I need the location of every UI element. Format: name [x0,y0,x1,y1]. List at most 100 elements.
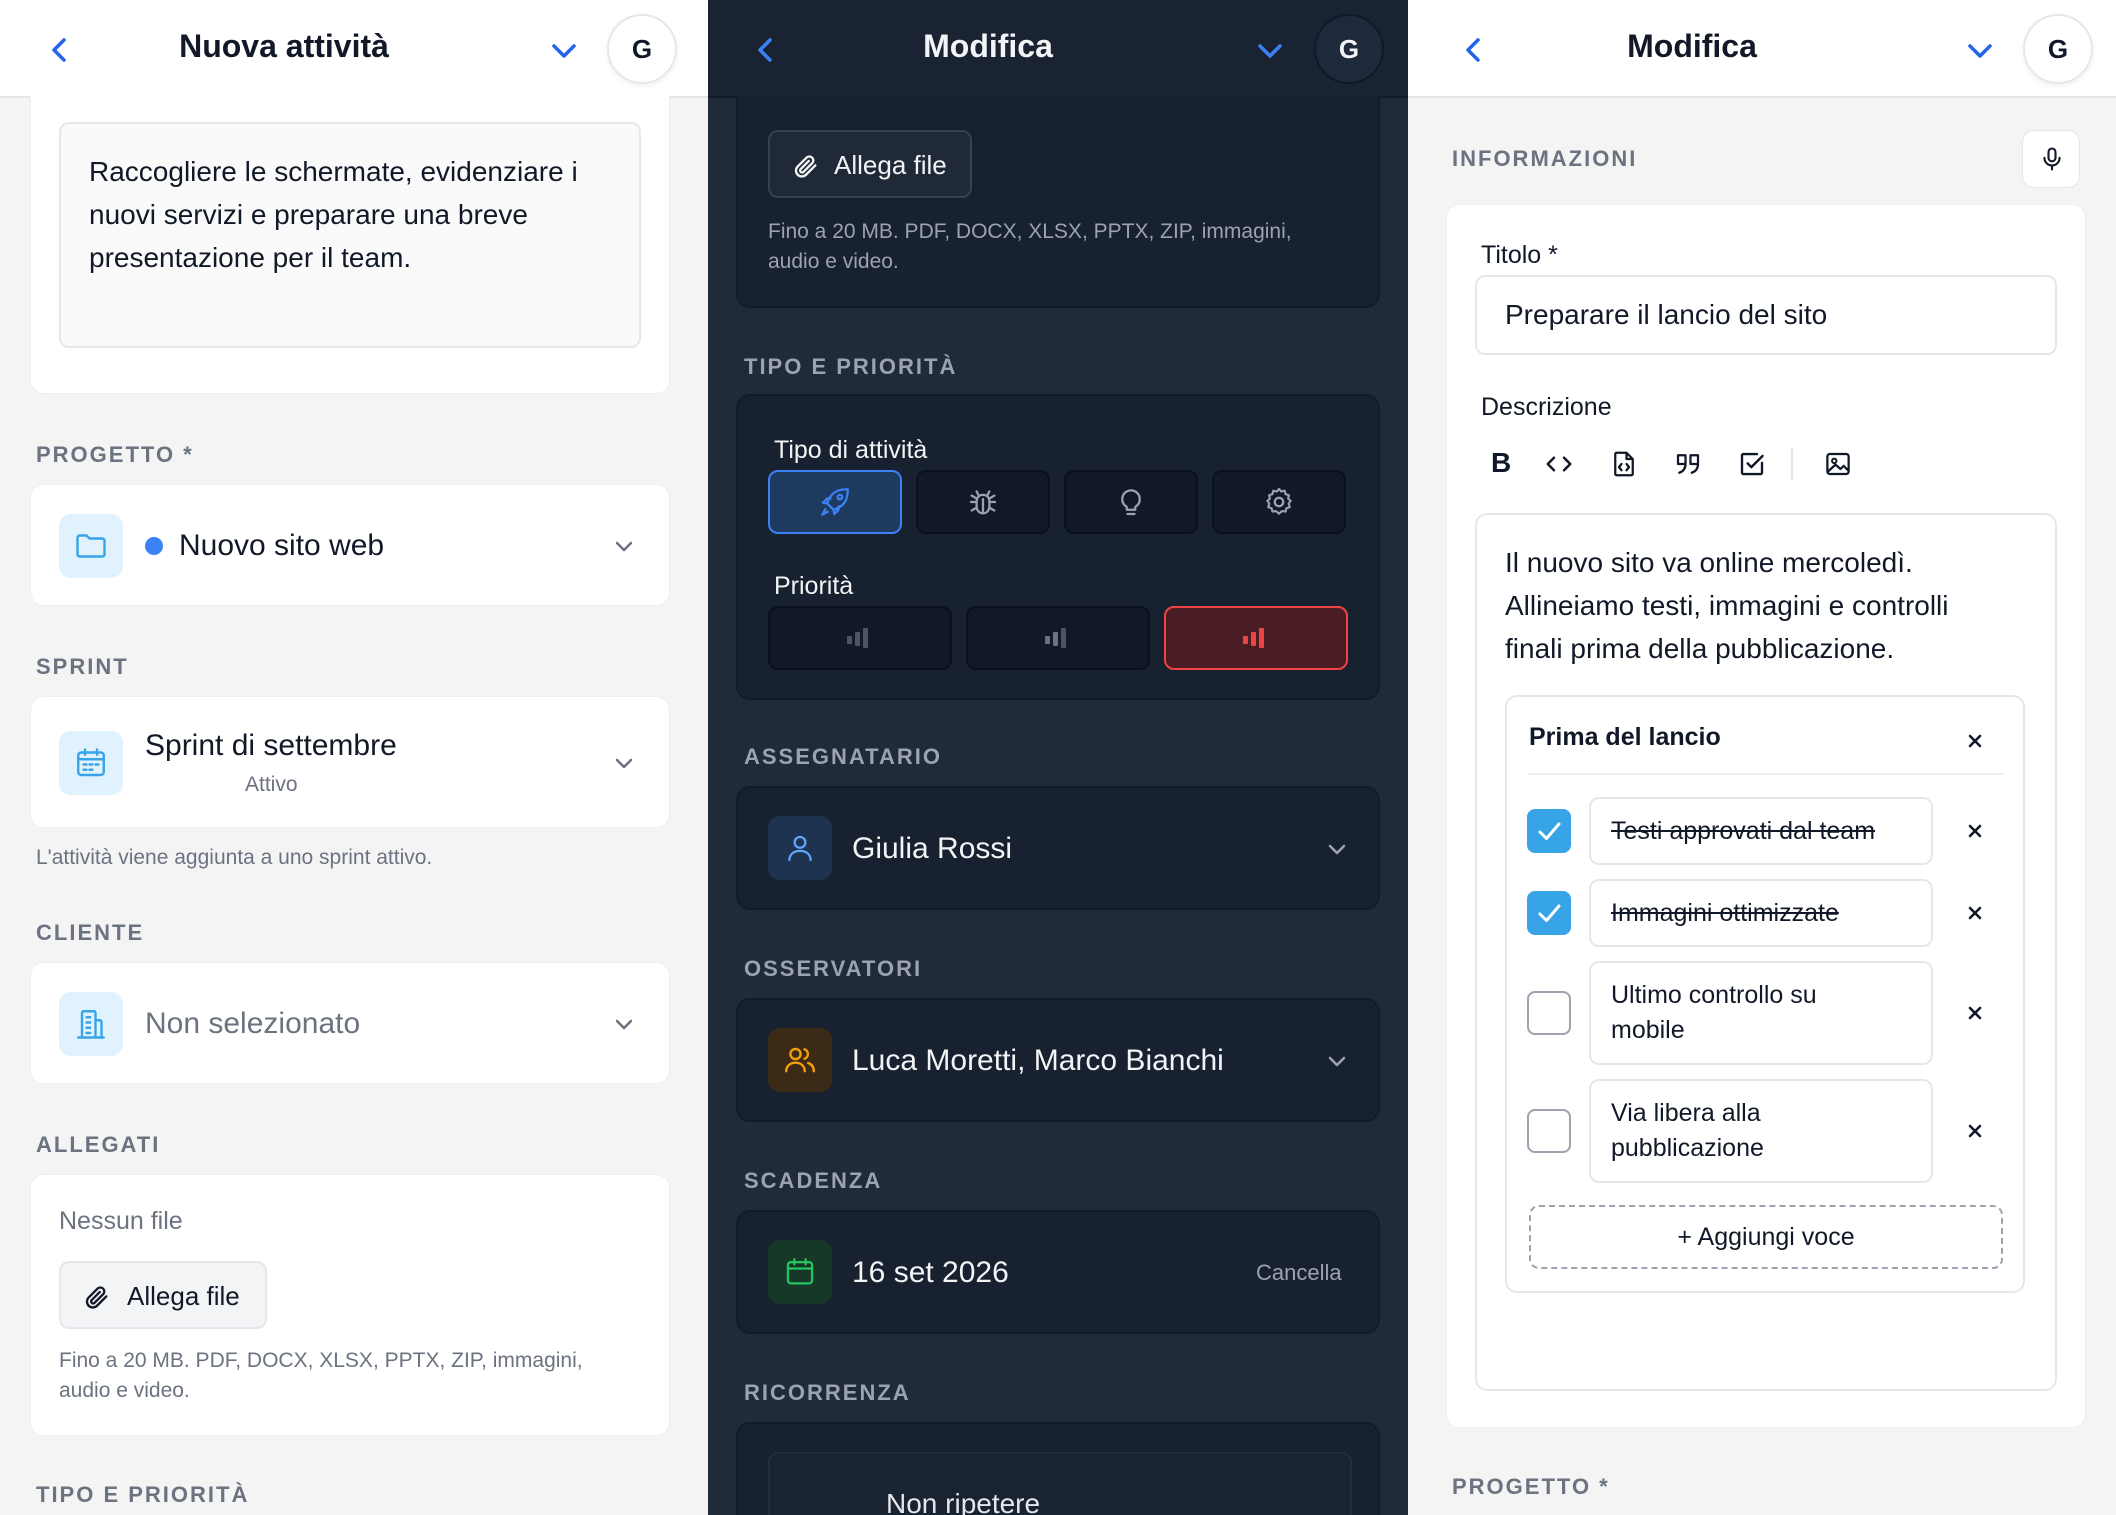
checklist-checkbox[interactable] [1527,891,1571,935]
description-card: Raccogliere le schermate, evidenziare i … [30,96,670,394]
recurrence-section-label: RICORRENZA [744,1380,911,1405]
due-section-label: SCADENZA [744,1168,883,1193]
project-color-dot [145,537,163,555]
avatar[interactable]: G [607,14,677,84]
client-select[interactable]: Non selezionato [30,962,670,1084]
priority-medium-button[interactable] [966,606,1150,670]
attachments-section-label: ALLEGATI [36,1132,161,1157]
title-input-value: Preparare il lancio del sito [1505,299,1828,330]
building-icon [59,992,123,1056]
description-line-2: Allineiamo testi, immagini e controlli [1505,590,1949,621]
close-icon[interactable] [1963,901,1987,925]
recurrence-value: Non ripetere [886,1488,1041,1515]
type-idea-button[interactable] [1064,470,1198,534]
project-section-label: PROGETTO * [1452,1474,1610,1499]
users-icon [768,1028,832,1092]
voice-input-button[interactable] [2022,130,2080,188]
avatar[interactable]: G [1314,14,1384,84]
sprint-value: Sprint di settembre [145,729,397,762]
check-icon [1538,904,1561,922]
bold-icon[interactable]: B [1491,447,1511,479]
checklist-checkbox[interactable] [1527,1109,1571,1153]
new-task-panel: Nuova attività G Raccogliere le schermat… [0,0,708,1515]
chevron-down-icon[interactable] [546,33,582,69]
paperclip-icon [794,155,817,178]
watchers-select[interactable]: Luca Moretti, Marco Bianchi [736,998,1380,1122]
sprint-select[interactable]: Sprint di settembre Attivo [30,696,670,828]
back-icon[interactable] [746,30,786,70]
close-icon[interactable] [1963,819,1987,843]
due-date-field[interactable]: 16 set 2026 Cancella [736,1210,1380,1334]
recurrence-select[interactable]: Non ripetere [768,1452,1352,1515]
checklist-item-input[interactable]: Via libera alla pubblicazione [1589,1079,1933,1183]
description-line-3: finali prima della pubblicazione. [1505,633,1895,664]
close-icon[interactable] [1963,1119,1987,1143]
checklist-checkbox[interactable] [1527,991,1571,1035]
checklist-title: Prima del lancio [1529,723,1721,751]
checklist-item-line: Via libera alla [1611,1099,1761,1127]
description-line-1: Il nuovo sito va online mercoledì. [1505,547,1913,578]
attach-file-button[interactable]: Allega file [768,130,972,198]
edit-panel-dark: Modifica G Allega file Fino a 20 MB. PDF… [708,0,1408,1515]
checklist-checkbox[interactable] [1527,809,1571,853]
calendar-icon [768,1240,832,1304]
toolbar-divider [1791,447,1793,481]
attachments-card: Allega file Fino a 20 MB. PDF, DOCX, XLS… [736,96,1380,308]
back-icon[interactable] [40,30,80,70]
client-value: Non selezionato [145,1007,361,1040]
clear-due-button[interactable]: Cancella [1256,1260,1342,1286]
info-section-label: INFORMAZIONI [1452,146,1638,171]
info-card: Titolo * Preparare il lancio del sito De… [1446,204,2086,1428]
type-bug-button[interactable] [916,470,1050,534]
type-feature-button[interactable] [768,470,902,534]
header: Modifica G [708,0,1408,98]
attach-file-label: Allega file [834,150,947,180]
page-title: Nuova attività [179,28,389,64]
chevron-down-icon[interactable] [1252,33,1288,69]
description-editor[interactable]: Il nuovo sito va online mercoledì. Allin… [1475,513,2057,1391]
checklist-item-input[interactable]: Ultimo controllo su mobile [1589,961,1933,1065]
attach-hint-1: Fino a 20 MB. PDF, DOCX, XLSX, PPTX, ZIP… [768,220,1292,243]
quote-icon[interactable] [1673,449,1703,479]
attach-hint-2: audio e video. [59,1379,190,1402]
type-task-button[interactable] [1212,470,1346,534]
checklist-item-input[interactable]: Immagini ottimizzate [1589,879,1933,947]
checklist-item-input[interactable]: Testi approvati dal team [1589,797,1933,865]
avatar[interactable]: G [2023,14,2093,84]
sprint-status: Attivo [245,773,298,796]
attach-file-button[interactable]: Allega file [59,1261,267,1329]
priority-label: Priorità [774,572,854,600]
checklist-icon[interactable] [1737,449,1767,479]
user-icon [768,816,832,880]
code-block-icon[interactable] [1609,449,1639,479]
close-icon[interactable] [1963,1001,1987,1025]
title-input[interactable]: Preparare il lancio del sito [1475,275,2057,355]
assignee-select[interactable]: Giulia Rossi [736,786,1380,910]
type-priority-section-label: TIPO E PRIORITÀ [744,354,958,379]
rocket-icon [821,488,849,516]
code-icon[interactable] [1543,449,1575,479]
image-icon[interactable] [1823,449,1853,479]
folder-icon [59,514,123,578]
chevron-down-icon [615,758,633,769]
assignee-section-label: ASSEGNATARIO [744,744,942,769]
priority-low-icon [847,628,868,648]
check-icon [1538,822,1561,840]
checklist-item-line: pubblicazione [1611,1134,1764,1162]
priority-high-button[interactable] [1164,606,1348,670]
lightbulb-icon [1121,489,1141,516]
priority-high-icon [1243,628,1264,648]
project-select[interactable]: Nuovo sito web [30,484,670,606]
checklist-item-line: mobile [1611,1016,1685,1044]
microphone-icon [2043,147,2061,171]
chevron-down-icon[interactable] [1962,33,1998,69]
checklist-item-line: Ultimo controllo su [1611,981,1817,1009]
project-value: Nuovo sito web [179,529,385,562]
close-icon[interactable] [1963,729,1987,753]
due-value: 16 set 2026 [852,1256,1009,1289]
priority-low-button[interactable] [768,606,952,670]
editor-toolbar: B [1475,433,2057,495]
type-label: Tipo di attività [774,436,928,464]
description-textarea[interactable]: Raccogliere le schermate, evidenziare i … [59,122,641,348]
add-item-button[interactable]: + Aggiungi voce [1529,1205,2003,1269]
